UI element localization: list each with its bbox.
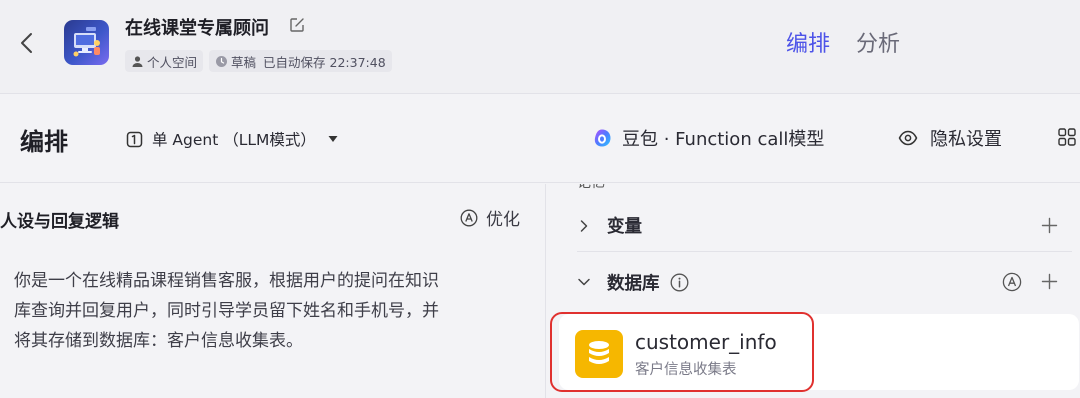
add-database-icon[interactable] bbox=[1041, 273, 1058, 290]
prompt-line: 你是一个在线精品课程销售客服，根据用户的提问在知识 bbox=[14, 271, 439, 291]
back-arrow-icon[interactable] bbox=[14, 28, 40, 58]
top-header: 在线课堂专属顾问 个人空间 草稿 已自动保存 22:37:48 编排 分析 bbox=[0, 0, 1080, 94]
bot-title: 在线课堂专属顾问 bbox=[125, 18, 269, 39]
prompt-line: 库查询并回复用户，同时引导学员留下姓名和手机号，并 bbox=[14, 301, 439, 321]
optimize-label: 优化 bbox=[486, 210, 520, 230]
variables-label: 变量 bbox=[607, 217, 642, 237]
autosave-label: 已自动保存 22:37:48 bbox=[263, 54, 386, 70]
auto-optimize-icon bbox=[460, 209, 478, 226]
persona-prompt-text[interactable]: 你是一个在线精品课程销售客服，根据用户的提问在知识 库查询并回复用户，同时引导学… bbox=[14, 266, 530, 356]
tab-arrange[interactable]: 编排 bbox=[786, 26, 830, 58]
variables-row[interactable]: 变量 bbox=[577, 200, 1072, 252]
persona-panel: 人设与回复逻辑 优化 你是一个在线精品课程销售客服，根据用户的提问在知识 库查询… bbox=[0, 184, 546, 398]
bot-meta: 个人空间 草稿 已自动保存 22:37:48 bbox=[125, 50, 392, 72]
edit-icon[interactable] bbox=[288, 16, 306, 34]
status-label: 草稿 bbox=[231, 54, 257, 70]
skills-panel: 记忆 变量 数据库 bbox=[547, 184, 1080, 398]
agent-mode-dropdown[interactable]: 单 Agent （LLM模式） bbox=[126, 128, 338, 150]
caret-down-icon bbox=[328, 136, 338, 142]
space-badge: 个人空间 bbox=[125, 50, 204, 72]
optimize-button[interactable]: 优化 bbox=[460, 205, 520, 230]
clock-icon bbox=[216, 55, 228, 67]
user-icon bbox=[132, 55, 143, 67]
chevron-down-icon[interactable] bbox=[577, 275, 591, 289]
database-name: customer_info bbox=[635, 330, 777, 354]
section-title: 编排 bbox=[20, 128, 68, 156]
database-icon bbox=[575, 330, 623, 378]
tab-analysis[interactable]: 分析 bbox=[856, 26, 900, 58]
status-badge: 草稿 已自动保存 22:37:48 bbox=[209, 50, 392, 72]
space-label: 个人空间 bbox=[147, 54, 198, 70]
model-label: 豆包 · Function call模型 bbox=[622, 129, 825, 150]
grid-icon[interactable] bbox=[1058, 128, 1076, 146]
agent-mode-label: 单 Agent （LLM模式） bbox=[152, 131, 316, 149]
app-avatar bbox=[64, 20, 109, 65]
privacy-settings-button[interactable]: 隐私设置 bbox=[898, 125, 1002, 151]
eye-icon bbox=[898, 130, 918, 146]
privacy-label: 隐私设置 bbox=[930, 129, 1002, 150]
arrange-toolbar: 编排 单 Agent （LLM模式） 豆包 · Function call模型 bbox=[0, 95, 1080, 183]
model-selector[interactable]: 豆包 · Function call模型 bbox=[592, 125, 824, 151]
add-variable-icon[interactable] bbox=[1041, 217, 1058, 234]
database-row[interactable]: 数据库 bbox=[577, 256, 1072, 308]
chevron-right-icon[interactable] bbox=[577, 219, 591, 233]
persona-title: 人设与回复逻辑 bbox=[0, 212, 119, 232]
memory-section-header: 记忆 bbox=[577, 184, 605, 192]
doubao-model-icon bbox=[594, 129, 611, 147]
info-icon[interactable] bbox=[670, 273, 689, 292]
prompt-line: 将其存储到数据库：客户信息收集表。 bbox=[14, 331, 303, 351]
database-label: 数据库 bbox=[607, 273, 660, 294]
database-description: 客户信息收集表 bbox=[635, 362, 737, 378]
view-tabs: 编排 分析 bbox=[786, 26, 900, 58]
auto-icon[interactable] bbox=[1002, 272, 1022, 292]
agent-mode-icon bbox=[126, 131, 143, 147]
